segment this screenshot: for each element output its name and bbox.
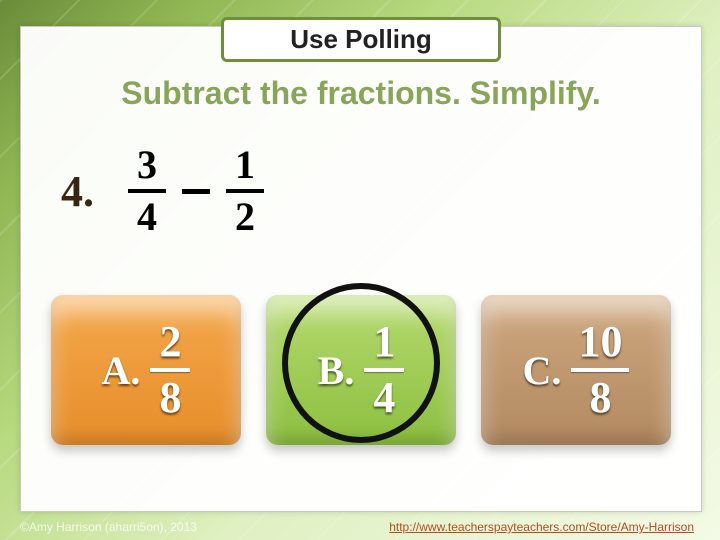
answer-b-letter: B. <box>318 347 355 394</box>
answer-b-denominator: 4 <box>373 376 395 420</box>
fraction-right-denominator: 2 <box>235 197 255 237</box>
copyright-text: ©Amy Harrison (aharri5on), 2013 <box>20 520 197 534</box>
use-polling-box[interactable]: Use Polling <box>221 17 501 62</box>
fraction-bar <box>364 368 404 372</box>
answer-c-content: C. 10 8 <box>523 320 630 420</box>
problem-row: 4. 3 4 1 2 <box>61 145 264 237</box>
instruction-text: Subtract the fractions. Simplify. <box>43 75 679 112</box>
answer-a-denominator: 8 <box>159 376 181 420</box>
answer-a-content: A. 2 8 <box>102 320 191 420</box>
fraction-bar <box>128 189 166 193</box>
answer-card-b[interactable]: B. 1 4 <box>266 295 456 445</box>
fraction-left: 3 4 <box>128 145 166 237</box>
answer-c-fraction: 10 8 <box>571 320 629 420</box>
source-link[interactable]: http://www.teacherspayteachers.com/Store… <box>389 520 694 534</box>
problem-expression: 3 4 1 2 <box>128 145 264 237</box>
fraction-bar <box>571 368 629 372</box>
fraction-bar <box>150 368 190 372</box>
slide-stage: Use Polling Subtract the fractions. Simp… <box>0 0 720 540</box>
answer-a-fraction: 2 8 <box>150 320 190 420</box>
content-frame: Use Polling Subtract the fractions. Simp… <box>20 26 702 512</box>
answer-b-fraction: 1 4 <box>364 320 404 420</box>
fraction-right: 1 2 <box>226 145 264 237</box>
answer-a-letter: A. <box>102 347 141 394</box>
answer-c-denominator: 8 <box>589 376 611 420</box>
answer-b-numerator: 1 <box>373 320 395 364</box>
fraction-left-numerator: 3 <box>137 145 157 185</box>
answers-row: A. 2 8 B. 1 4 <box>51 295 671 445</box>
problem-number: 4. <box>61 166 94 217</box>
fraction-left-denominator: 4 <box>137 197 157 237</box>
answer-card-c[interactable]: C. 10 8 <box>481 295 671 445</box>
minus-sign <box>182 189 210 194</box>
fraction-right-numerator: 1 <box>235 145 255 185</box>
answer-b-content: B. 1 4 <box>318 320 405 420</box>
fraction-bar <box>226 189 264 193</box>
answer-a-numerator: 2 <box>159 320 181 364</box>
answer-c-letter: C. <box>523 347 562 394</box>
answer-c-numerator: 10 <box>578 320 622 364</box>
answer-card-a[interactable]: A. 2 8 <box>51 295 241 445</box>
